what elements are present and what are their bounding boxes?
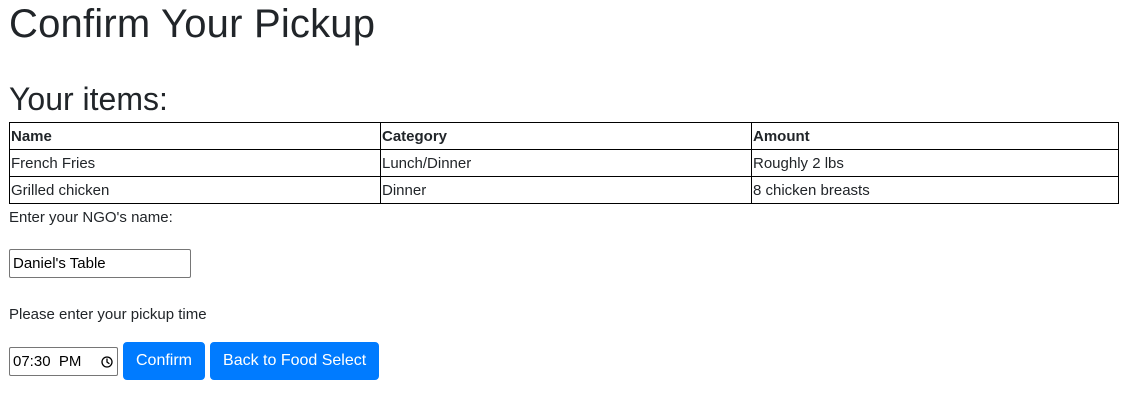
cell-amount: Roughly 2 lbs <box>751 149 1119 177</box>
cell-amount: 8 chicken breasts <box>751 176 1119 204</box>
cell-name: Grilled chicken <box>9 176 381 204</box>
ngo-name-label: Enter your NGO's name: <box>9 209 173 226</box>
pickup-time-value: 07:30 PM <box>13 352 82 370</box>
pickup-controls: 07:30 PM Confirm Back to Food Select <box>9 342 1119 380</box>
clock-icon[interactable] <box>101 355 113 368</box>
pickup-time-label: Please enter your pickup time <box>9 306 207 323</box>
items-table: Name Category Amount French Fries Lunch/… <box>9 122 1119 204</box>
back-to-food-select-button[interactable]: Back to Food Select <box>210 342 380 380</box>
column-header-amount: Amount <box>751 122 1119 150</box>
column-header-name: Name <box>9 122 381 150</box>
page-title: Confirm Your Pickup <box>9 2 376 46</box>
column-header-category: Category <box>380 122 752 150</box>
table-row: French Fries Lunch/Dinner Roughly 2 lbs <box>9 149 1119 177</box>
ngo-name-input[interactable] <box>9 249 191 278</box>
cell-category: Dinner <box>380 176 752 204</box>
cell-category: Lunch/Dinner <box>380 149 752 177</box>
table-header-row: Name Category Amount <box>9 122 1119 150</box>
table-row: Grilled chicken Dinner 8 chicken breasts <box>9 176 1119 204</box>
page: Confirm Your Pickup Your items: Name Cat… <box>0 0 1128 380</box>
confirm-button[interactable]: Confirm <box>123 342 206 380</box>
items-heading: Your items: <box>9 81 168 117</box>
cell-name: French Fries <box>9 149 381 177</box>
pickup-time-input[interactable]: 07:30 PM <box>9 346 118 376</box>
